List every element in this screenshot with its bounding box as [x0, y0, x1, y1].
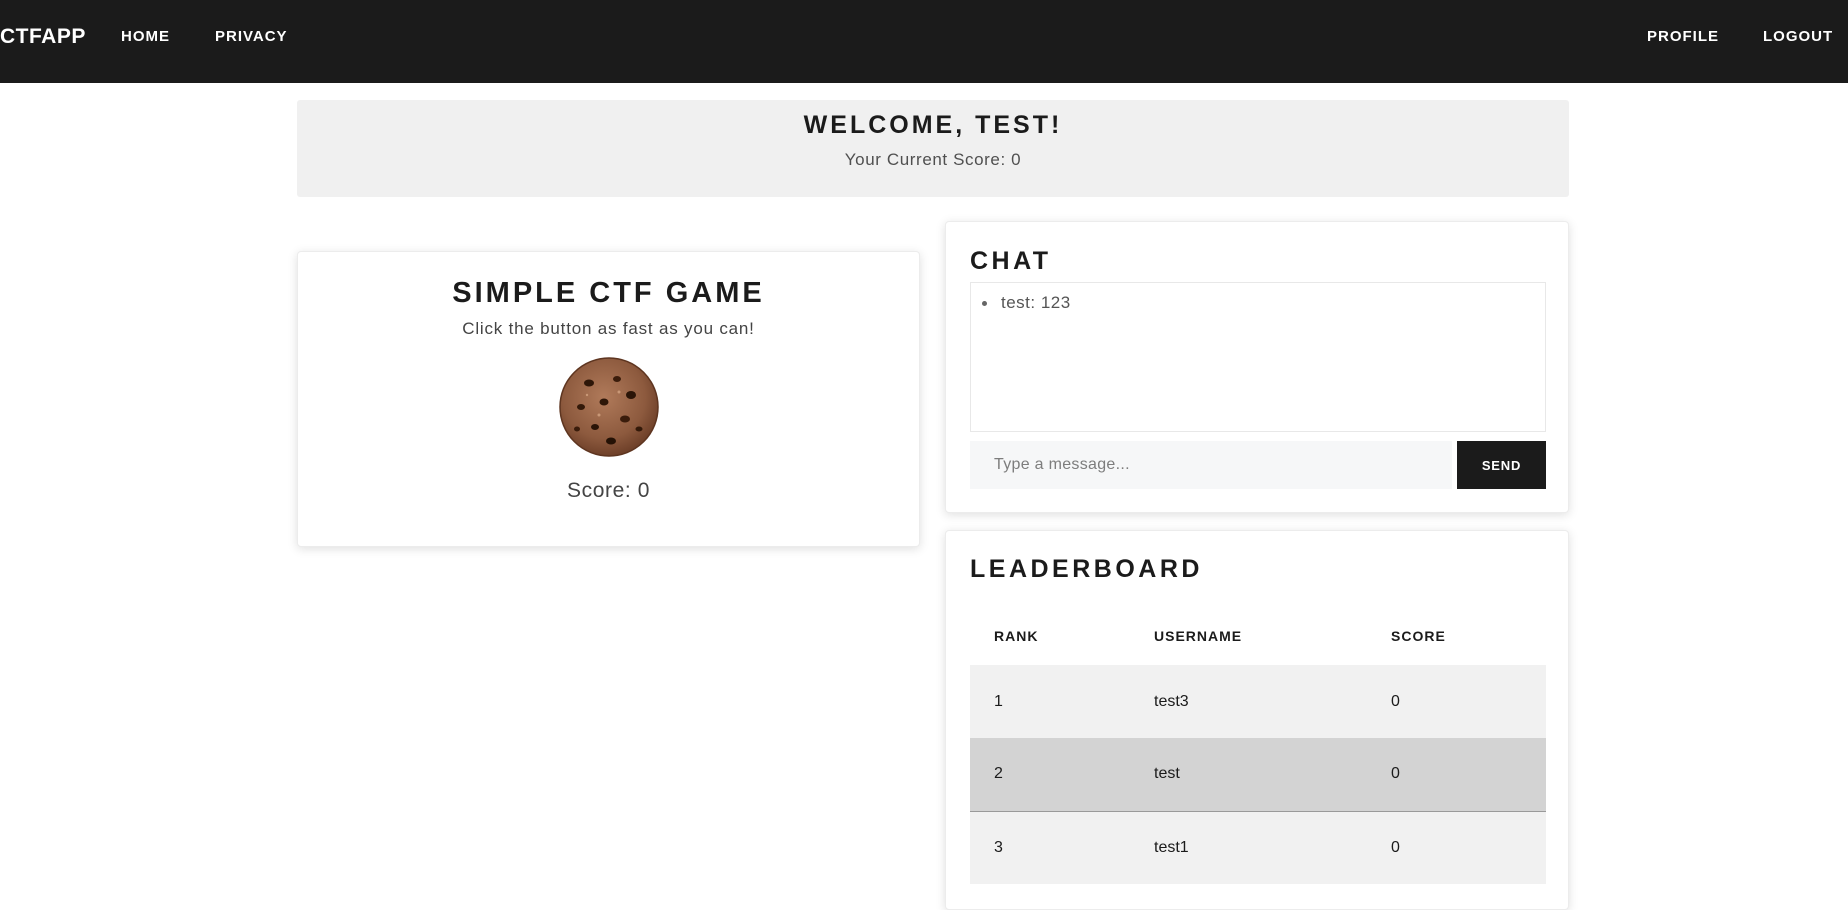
- table-header-row: RANK USERNAME SCORE: [970, 607, 1546, 665]
- rank-cell: 3: [994, 838, 1003, 856]
- chat-card: CHAT test: 123 SEND: [945, 221, 1569, 513]
- username-cell: test: [1154, 765, 1180, 783]
- header-rank: RANK: [994, 628, 1039, 644]
- nav-profile-link[interactable]: PROFILE: [1647, 28, 1719, 45]
- game-card: SIMPLE CTF GAME Click the button as fast…: [297, 251, 920, 547]
- navbar: CTFAPP HOME PRIVACY PROFILE LOGOUT: [0, 0, 1848, 83]
- chat-messages[interactable]: test: 123: [970, 282, 1546, 432]
- current-score-text: Your Current Score: 0: [844, 150, 1022, 169]
- nav-logout-link[interactable]: LOGOUT: [1763, 28, 1833, 45]
- send-button[interactable]: SEND: [1457, 441, 1546, 489]
- table-row: 2 test 0: [970, 738, 1546, 811]
- nav-privacy-link[interactable]: PRIVACY: [215, 28, 288, 45]
- rank-cell: 1: [994, 692, 1003, 710]
- username-cell: test1: [1154, 838, 1189, 856]
- chat-message: test: 123: [982, 293, 1545, 313]
- username-cell: test3: [1154, 692, 1189, 710]
- header-username: USERNAME: [1154, 628, 1243, 644]
- table-row: 3 test1 0: [970, 811, 1546, 884]
- rank-cell: 2: [994, 765, 1003, 783]
- brand-logo[interactable]: CTFAPP: [0, 25, 86, 49]
- welcome-panel: WELCOME, TEST! Your Current Score: 0: [297, 100, 1569, 197]
- leaderboard-card: LEADERBOARD RANK USERNAME SCORE 1 test3 …: [945, 530, 1569, 910]
- table-row: 1 test3 0: [970, 665, 1546, 738]
- score-cell: 0: [1391, 765, 1400, 783]
- message-input[interactable]: [970, 441, 1452, 489]
- chat-title: CHAT: [970, 247, 1052, 275]
- nav-home-link[interactable]: HOME: [121, 28, 170, 45]
- game-score: Score: 0: [566, 479, 650, 502]
- welcome-title: WELCOME, TEST!: [803, 111, 1063, 139]
- game-subtitle: Click the button as fast as you can!: [462, 319, 755, 338]
- score-cell: 0: [1391, 692, 1400, 710]
- game-title: SIMPLE CTF GAME: [452, 277, 765, 309]
- score-cell: 0: [1391, 838, 1400, 856]
- cookie-icon[interactable]: [558, 357, 659, 457]
- header-score: SCORE: [1391, 628, 1446, 644]
- leaderboard-title: LEADERBOARD: [970, 555, 1203, 583]
- leaderboard-table: RANK USERNAME SCORE 1 test3 0 2 test 0 3…: [970, 607, 1546, 884]
